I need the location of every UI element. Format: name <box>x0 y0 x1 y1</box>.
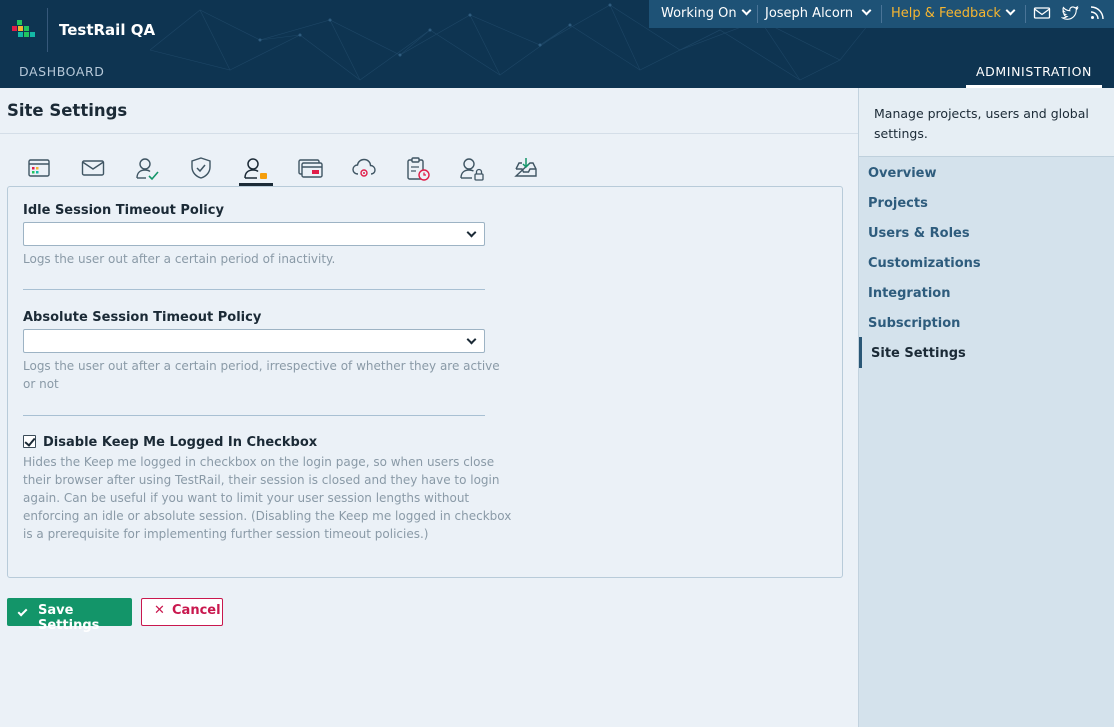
user-session-icon <box>244 158 267 179</box>
tab-login[interactable] <box>132 156 162 186</box>
testrail-logo[interactable] <box>12 20 35 40</box>
card-icon <box>298 159 323 178</box>
chevron-down-icon <box>466 334 477 345</box>
cancel-button[interactable]: ✕ Cancel <box>141 598 223 626</box>
tab-security[interactable] <box>186 156 216 186</box>
idle-timeout-select[interactable] <box>23 222 485 246</box>
section-divider <box>23 415 485 416</box>
help-feedback-menu[interactable]: Help & Feedback <box>891 5 1016 21</box>
keep-logged-in-label[interactable]: Disable Keep Me Logged In Checkbox <box>43 435 317 450</box>
chevron-down-icon <box>1005 5 1016 16</box>
application-settings-icon <box>28 159 50 177</box>
sidebar-active-indicator <box>859 337 862 368</box>
app-header: TestRail QA DASHBOARD ADMINISTRATION Wor… <box>0 0 1114 88</box>
tab-import[interactable] <box>510 156 540 186</box>
user-lock-icon <box>460 158 484 181</box>
user-menu[interactable]: Joseph Alcorn <box>765 5 872 21</box>
idle-timeout-help: Logs the user out after a certain period… <box>23 252 336 266</box>
working-on-menu[interactable]: Working On <box>661 5 752 21</box>
absolute-timeout-select[interactable] <box>23 329 485 353</box>
sidebar-item-site-settings[interactable]: Site Settings <box>871 346 966 361</box>
title-divider <box>0 133 858 134</box>
cloud-gear-icon <box>352 158 376 177</box>
sidebar-item-users-roles[interactable]: Users & Roles <box>868 226 970 241</box>
nav-administration[interactable]: ADMINISTRATION <box>966 62 1102 88</box>
chevron-down-icon <box>466 227 477 238</box>
keep-logged-in-help: Hides the Keep me logged in checkbox on … <box>23 455 512 541</box>
shield-check-icon <box>191 157 211 179</box>
chevron-down-icon <box>861 5 872 16</box>
sidebar-item-overview[interactable]: Overview <box>868 166 937 181</box>
tab-backup[interactable] <box>402 156 432 186</box>
section-divider <box>23 289 485 290</box>
tab-application[interactable] <box>24 156 54 186</box>
mail-icon[interactable] <box>1033 5 1051 21</box>
tab-user-lock[interactable] <box>456 156 486 186</box>
check-icon <box>17 606 28 617</box>
sidebar-item-projects[interactable]: Projects <box>868 196 928 211</box>
tab-email[interactable] <box>78 156 108 186</box>
idle-timeout-label: Idle Session Timeout Policy <box>23 203 224 218</box>
sidebar-description: Manage projects, users and global settin… <box>874 106 1089 141</box>
sidebar-description-box: Manage projects, users and global settin… <box>859 88 1114 157</box>
absolute-timeout-help: Logs the user out after a certain period… <box>23 359 500 391</box>
close-icon: ✕ <box>154 603 165 618</box>
nav-dashboard[interactable]: DASHBOARD <box>19 64 105 79</box>
keep-logged-in-checkbox[interactable] <box>23 435 36 448</box>
inbox-download-icon <box>514 158 537 177</box>
page-title: Site Settings <box>7 101 128 120</box>
save-settings-button[interactable]: Save Settings <box>7 598 132 633</box>
sidebar-item-subscription[interactable]: Subscription <box>868 316 960 331</box>
tab-cloud[interactable] <box>348 156 378 186</box>
tab-api[interactable] <box>294 156 324 186</box>
twitter-icon[interactable] <box>1061 5 1079 21</box>
admin-sidebar: Manage projects, users and global settin… <box>858 88 1114 727</box>
topbar: Working On Joseph Alcorn Help & Feedback <box>649 0 1114 28</box>
rss-icon[interactable] <box>1089 5 1107 21</box>
mail-icon <box>81 160 105 176</box>
chevron-down-icon <box>741 5 752 16</box>
sidebar-item-integration[interactable]: Integration <box>868 286 950 301</box>
logo-separator <box>47 8 48 52</box>
user-check-icon <box>136 158 159 181</box>
absolute-timeout-label: Absolute Session Timeout Policy <box>23 310 262 325</box>
clipboard-clock-icon <box>407 157 430 181</box>
tab-session[interactable] <box>239 156 273 186</box>
app-title[interactable]: TestRail QA <box>59 21 155 39</box>
sidebar-item-customizations[interactable]: Customizations <box>868 256 981 271</box>
